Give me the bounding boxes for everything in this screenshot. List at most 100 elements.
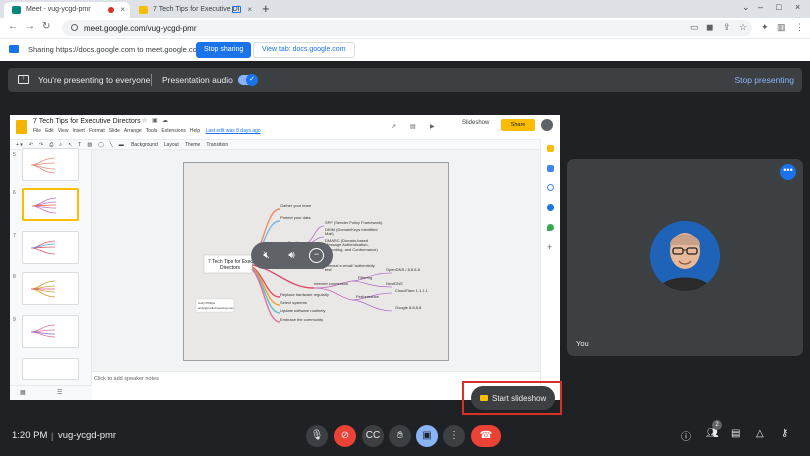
- filmstrip-view-icon: ☰: [57, 390, 63, 396]
- new-tab-button[interactable]: +: [262, 1, 270, 16]
- toolbar-layout: Layout: [163, 142, 179, 148]
- author-name: Andy Phillips: [198, 301, 216, 305]
- slide-thumbnail-selected: [22, 188, 79, 221]
- side-panel-icon[interactable]: ▥: [777, 22, 786, 33]
- tab-meet[interactable]: Meet - vug-ycgd-pmr ×: [4, 2, 130, 18]
- toolbar-background: Background: [131, 142, 158, 148]
- camera-in-use-icon[interactable]: ◼: [706, 22, 713, 33]
- slides-icon: [480, 395, 488, 401]
- screen-share-icon: [9, 45, 19, 53]
- comment-add-icon: ▬: [118, 142, 124, 148]
- extensions-icon[interactable]: ✦: [761, 22, 769, 33]
- mindmap-node: Update software routinely: [280, 308, 325, 313]
- filmstrip-view-controls: ▦ ☰: [10, 385, 92, 400]
- meeting-details-icon[interactable]: ⓘ: [681, 428, 691, 443]
- host-controls-icon[interactable]: ⚷: [781, 428, 788, 439]
- chat-icon[interactable]: ▤: [731, 428, 740, 439]
- stop-presenting-button[interactable]: Stop presenting: [734, 75, 794, 85]
- volume-icon[interactable]: 🔊︎: [284, 248, 299, 263]
- browser-menu-icon[interactable]: ⋮: [795, 22, 804, 33]
- more-options-button[interactable]: ⋮: [443, 425, 465, 447]
- contacts-icon: [547, 204, 554, 211]
- more-options-icon[interactable]: •••: [780, 164, 796, 180]
- author-email: andy@craftofmeaning.com: [198, 306, 234, 310]
- maps-icon: [547, 224, 554, 231]
- mindmap-leaf: Google 8.8.8.8: [395, 305, 422, 310]
- tasks-icon: [547, 184, 554, 191]
- keep-icon: [547, 145, 554, 152]
- thumb-number: 7: [13, 233, 16, 239]
- cast-icon[interactable]: ▭: [690, 22, 699, 33]
- tab-close-icon[interactable]: ×: [120, 5, 125, 14]
- activities-icon[interactable]: △: [756, 428, 764, 439]
- menu-slide: Slide: [108, 128, 120, 134]
- avatar: [650, 221, 720, 291]
- mindmap-node: Embrace the community: [280, 317, 323, 322]
- tab-search-icon[interactable]: ⌄: [742, 2, 750, 13]
- browser-toolbar: ← → ↻ meet.google.com/vug-ycgd-pmr ▭ ◼ ⇪…: [0, 18, 810, 38]
- slide-thumbnail: [22, 231, 79, 264]
- captions-button[interactable]: CC: [362, 425, 384, 447]
- slides-share-button: Share: [501, 119, 535, 131]
- mindmap-node: Filtering: [358, 275, 372, 280]
- stop-sharing-button[interactable]: Stop sharing: [196, 42, 252, 58]
- menu-help: Help: [189, 128, 201, 134]
- start-slideshow-button[interactable]: Start slideshow: [471, 386, 555, 410]
- participant-tile: ••• You: [567, 159, 803, 356]
- menu-file: File: [33, 128, 42, 134]
- menu-tools: Tools: [145, 128, 158, 134]
- maximize-icon[interactable]: □: [776, 2, 781, 12]
- microphone-button[interactable]: 🎙︎: [306, 425, 328, 447]
- mute-tab-icon[interactable]: 🔇︎: [259, 248, 274, 263]
- shared-slides-window: 7 Tech Tips for Executive Directors ☆ ▣ …: [10, 115, 560, 400]
- reload-icon[interactable]: ↻: [42, 21, 50, 32]
- slide-thumbnail: [22, 272, 79, 305]
- slides-side-panel: +: [540, 139, 560, 400]
- camera-off-button[interactable]: ⊘: [334, 425, 356, 447]
- mindmap-leaf: CloudFlare 1.1.1.1: [395, 288, 429, 293]
- cloud-status-icon: ☁: [162, 118, 168, 124]
- mindmap-leaf: NextDNS: [386, 281, 403, 286]
- minimize-preview-icon[interactable]: −: [309, 248, 324, 263]
- share-page-icon[interactable]: ⇪: [723, 22, 731, 33]
- toolbar-transition: Transition: [206, 142, 229, 148]
- leave-call-button[interactable]: ☎︎: [471, 425, 501, 447]
- present-now-button[interactable]: ▣: [416, 425, 438, 447]
- forward-icon[interactable]: →: [25, 21, 35, 32]
- menu-edit: Edit: [45, 128, 54, 134]
- tab-slides[interactable]: 7 Tech Tips for Executive Di ×: [131, 2, 257, 18]
- mindmap-leaf: OpenDNS / 8.8.8.8: [386, 267, 421, 272]
- image-icon: ▨: [87, 142, 93, 148]
- site-info-icon[interactable]: [71, 24, 78, 31]
- slides-menu-bar: File Edit View Insert Format Slide Arrange Tool…: [33, 128, 265, 134]
- menu-arrange: Arrange: [123, 128, 142, 134]
- last-edit-link: Last edit was 8 days ago: [205, 128, 261, 134]
- window-close-icon[interactable]: ×: [795, 2, 800, 12]
- comments-icon: ▤: [410, 124, 416, 130]
- details-separator: |: [51, 431, 54, 441]
- tab-close-icon[interactable]: ×: [247, 5, 252, 14]
- slides-account-avatar: [541, 119, 553, 131]
- slides-toolbar: + ▾ ↶ ↷ ⎙ ⌕ ↖ T ▨ ◯ ╲ ▬ Background Layout Theme Trans…: [10, 139, 540, 150]
- bookmark-star-icon[interactable]: ☆: [739, 22, 747, 33]
- presenting-message: You're presenting to everyone: [38, 75, 151, 85]
- tab-slides-title: 7 Tech Tips for Executive Di: [153, 6, 240, 13]
- menu-extensions: Extensions: [161, 128, 186, 134]
- presentation-audio-toggle[interactable]: ✓: [238, 74, 258, 86]
- menu-format: Format: [88, 128, 105, 134]
- meeting-control-bar: 1:20 PM | vug-ycgd-pmr 🎙︎ ⊘ CC ✋︎ ▣ ⋮ ☎︎…: [0, 415, 810, 456]
- start-slideshow-label: Start slideshow: [492, 394, 547, 403]
- raise-hand-button[interactable]: ✋︎: [389, 425, 411, 447]
- add-slide-icon: + ▾: [16, 142, 23, 148]
- back-icon[interactable]: ←: [8, 21, 18, 32]
- view-tab-button[interactable]: View tab: docs.google.com: [253, 42, 355, 58]
- meeting-code: vug-ycgd-pmr: [58, 430, 117, 441]
- thumb-number: 8: [13, 274, 16, 280]
- minimize-icon[interactable]: –: [758, 2, 763, 12]
- address-bar[interactable]: meet.google.com/vug-ycgd-pmr: [62, 20, 752, 36]
- shared-tab-controls: 🔇︎ 🔊︎ −: [251, 242, 333, 269]
- thumb-number: 6: [13, 190, 16, 196]
- mindmap-node: Gather your team: [280, 203, 312, 208]
- url-text: meet.google.com/vug-ycgd-pmr: [84, 24, 197, 33]
- star-icon: ☆: [142, 118, 148, 124]
